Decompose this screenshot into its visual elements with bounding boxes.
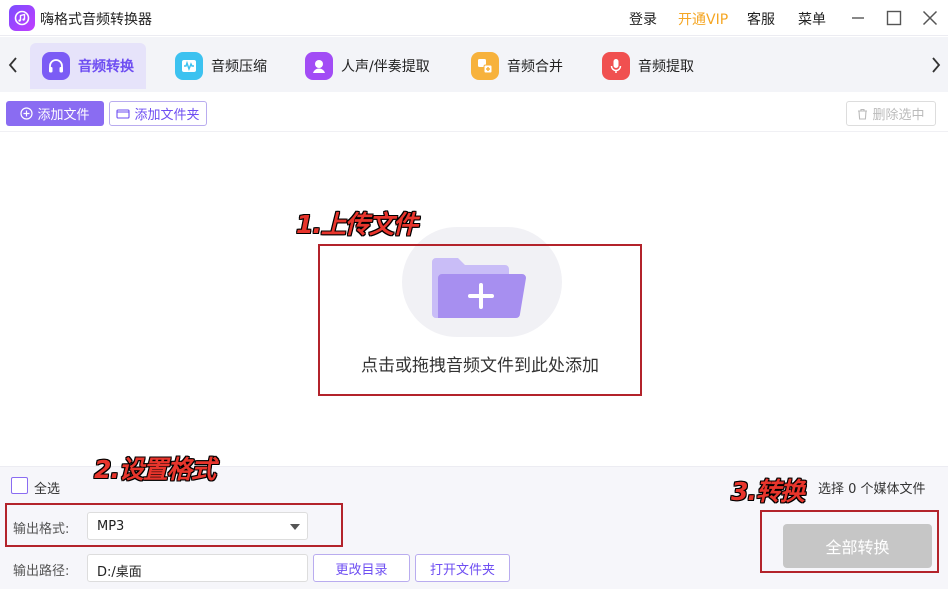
merge-icon [471, 52, 499, 80]
path-value: D:/桌面 [97, 565, 142, 580]
trash-icon [858, 108, 868, 120]
waveform-icon [175, 52, 203, 80]
app-logo-icon [9, 5, 35, 31]
chevron-right-icon[interactable] [926, 53, 946, 77]
open-folder-label: 打开文件夹 [429, 562, 495, 578]
title-bar: 嗨格式音频转换器 登录 开通VIP 客服 菜单 [0, 0, 948, 36]
tab-label: 人声/伴奏提取 [341, 59, 430, 75]
delete-selected-label: 删除选中 [872, 108, 925, 123]
tab-label: 音频提取 [638, 59, 694, 75]
minimize-button[interactable] [846, 6, 870, 30]
folder-icon [116, 108, 131, 119]
open-folder-button[interactable]: 打开文件夹 [415, 554, 510, 582]
voice-icon [305, 52, 333, 80]
annotation-step3-label: 3.转换 [731, 477, 805, 506]
menu-link[interactable]: 菜单 [798, 9, 826, 29]
change-directory-button[interactable]: 更改目录 [313, 554, 410, 582]
tab-label: 音频压缩 [211, 59, 267, 75]
chevron-left-icon[interactable] [3, 53, 23, 77]
tab-bar: 音频转换 音频压缩 人声/伴奏提取 音频合并 音频提取 [0, 37, 948, 92]
plus-circle-icon [20, 107, 34, 120]
add-folder-button[interactable]: 添加文件夹 [109, 101, 207, 126]
headphones-icon [42, 52, 70, 80]
change-directory-label: 更改目录 [335, 562, 388, 578]
annotation-step1-label: 1.上传文件 [296, 210, 418, 239]
add-file-button[interactable]: 添加文件 [6, 101, 104, 126]
select-all-checkbox[interactable] [11, 477, 28, 494]
tab-audio-convert[interactable]: 音频转换 [30, 43, 146, 89]
vip-link[interactable]: 开通VIP [678, 9, 728, 29]
annotation-format-box [5, 503, 343, 547]
tab-vocal-extract[interactable]: 人声/伴奏提取 [293, 43, 442, 89]
annotation-convert-box [760, 510, 939, 573]
tab-label: 音频转换 [78, 59, 134, 75]
tab-audio-extract[interactable]: 音频提取 [590, 43, 706, 89]
tab-audio-merge[interactable]: 音频合并 [459, 43, 575, 89]
tab-audio-compress[interactable]: 音频压缩 [163, 43, 279, 89]
app-title: 嗨格式音频转换器 [40, 12, 152, 28]
login-link[interactable]: 登录 [629, 9, 657, 29]
annotation-upload-box [318, 244, 642, 396]
add-file-label: 添加文件 [37, 108, 90, 123]
add-folder-label: 添加文件夹 [134, 108, 200, 123]
file-toolbar: 添加文件 添加文件夹 删除选中 [0, 92, 948, 132]
delete-selected-button[interactable]: 删除选中 [846, 101, 936, 126]
microphone-icon [602, 52, 630, 80]
select-all-label: 全选 [34, 482, 61, 497]
output-path-field[interactable]: D:/桌面 [87, 554, 308, 582]
service-link[interactable]: 客服 [747, 9, 775, 29]
selected-count-text: 选择 0 个媒体文件 [818, 482, 926, 497]
close-button[interactable] [918, 6, 942, 30]
annotation-step2-label: 2.设置格式 [94, 455, 216, 484]
maximize-button[interactable] [882, 6, 906, 30]
tab-label: 音频合并 [507, 59, 563, 75]
output-path-label: 输出路径: [13, 564, 70, 579]
